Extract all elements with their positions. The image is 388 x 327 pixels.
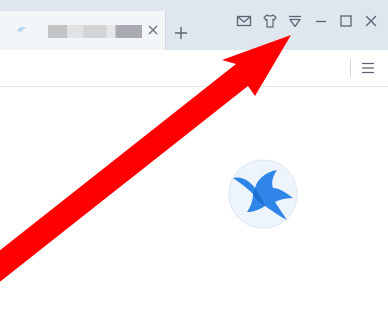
plus-icon [175,27,187,39]
main-menu-button[interactable] [359,59,377,77]
toolbar [0,50,388,87]
new-tab-button[interactable] [172,24,190,42]
tab-title-obscured [48,25,142,38]
dropdown-menu-button[interactable] [286,12,304,30]
close-icon [148,25,158,35]
thunder-bird-logo [228,159,298,229]
thunder-bird-icon [17,27,27,33]
content-area [0,87,388,327]
dropdown-menu-icon [289,15,301,28]
maximize-icon [340,15,352,27]
mail-icon [236,15,252,27]
close-window-button[interactable] [362,12,380,30]
maximize-button[interactable] [337,12,355,30]
mail-button[interactable] [235,12,253,30]
hamburger-menu-icon [362,62,374,74]
close-window-icon [365,15,377,27]
skin-button[interactable] [261,12,279,30]
tab-close-button[interactable] [146,23,160,37]
minimize-icon [316,20,326,23]
minimize-button[interactable] [312,12,330,30]
title-bar [0,0,388,50]
toolbar-divider [350,59,351,77]
skin-icon [263,14,277,28]
browser-tab[interactable] [0,11,166,50]
